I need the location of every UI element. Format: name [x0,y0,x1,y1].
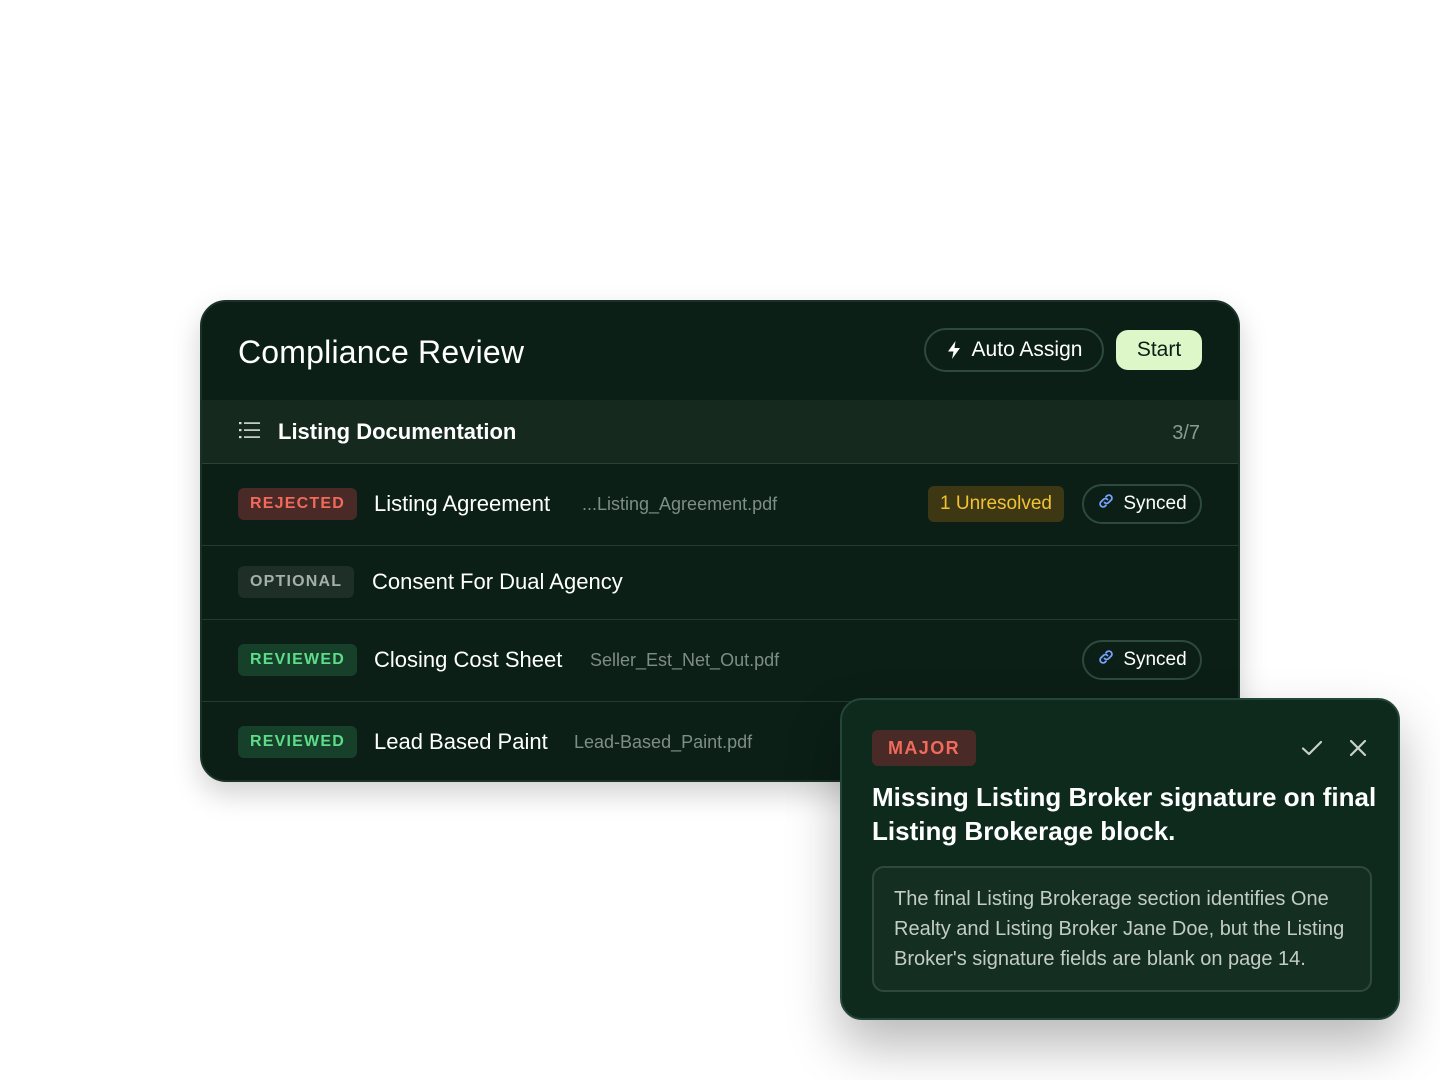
document-name: Consent For Dual Agency [372,569,623,594]
synced-button[interactable]: Synced [1082,484,1202,524]
list-icon [239,420,261,445]
lightning-icon [946,340,962,360]
section-title: Listing Documentation [278,419,517,444]
document-file-link[interactable]: Lead-Based_Paint.pdf [574,730,752,754]
issue-description: The final Listing Brokerage section iden… [872,866,1372,992]
check-icon[interactable] [1300,736,1324,765]
status-badge: OPTIONAL [238,566,355,598]
auto-assign-button[interactable]: Auto Assign [924,328,1104,372]
synced-label: Synced [1123,649,1187,670]
document-file-link[interactable]: ...Listing_Agreement.pdf [582,492,777,516]
status-badge: REVIEWED [238,726,357,758]
document-name: Closing Cost Sheet [374,647,563,672]
synced-button[interactable]: Synced [1082,640,1202,680]
unresolved-badge[interactable]: 1 Unresolved [928,486,1064,522]
link-icon [1097,648,1115,672]
document-row[interactable]: OPTIONAL Consent For Dual Agency [202,546,1238,620]
panel-header: Compliance Review Auto Assign Start [202,302,1238,400]
section-header[interactable]: Listing Documentation 3/7 [202,400,1238,464]
link-icon [1097,492,1115,516]
document-row[interactable]: REVIEWED Closing Cost Sheet Seller_Est_N… [202,620,1238,702]
auto-assign-label: Auto Assign [971,338,1083,361]
synced-label: Synced [1123,493,1187,514]
issue-title: Missing Listing Broker signature on fina… [872,782,1377,846]
section-progress-count: 3/7 [1172,422,1200,444]
start-button[interactable]: Start [1116,330,1202,370]
document-name: Lead Based Paint [374,729,548,754]
document-file-link[interactable]: Seller_Est_Net_Out.pdf [590,648,779,672]
issue-popup: MAJOR Missing Listing Broker signature o… [840,698,1400,1020]
close-icon[interactable] [1348,738,1368,763]
status-badge: REVIEWED [238,644,357,676]
severity-badge: MAJOR [872,730,977,766]
page-title: Compliance Review [238,334,525,370]
status-badge: REJECTED [238,488,357,520]
document-row[interactable]: REJECTED Listing Agreement ...Listing_Ag… [202,464,1238,546]
document-name: Listing Agreement [374,491,551,516]
